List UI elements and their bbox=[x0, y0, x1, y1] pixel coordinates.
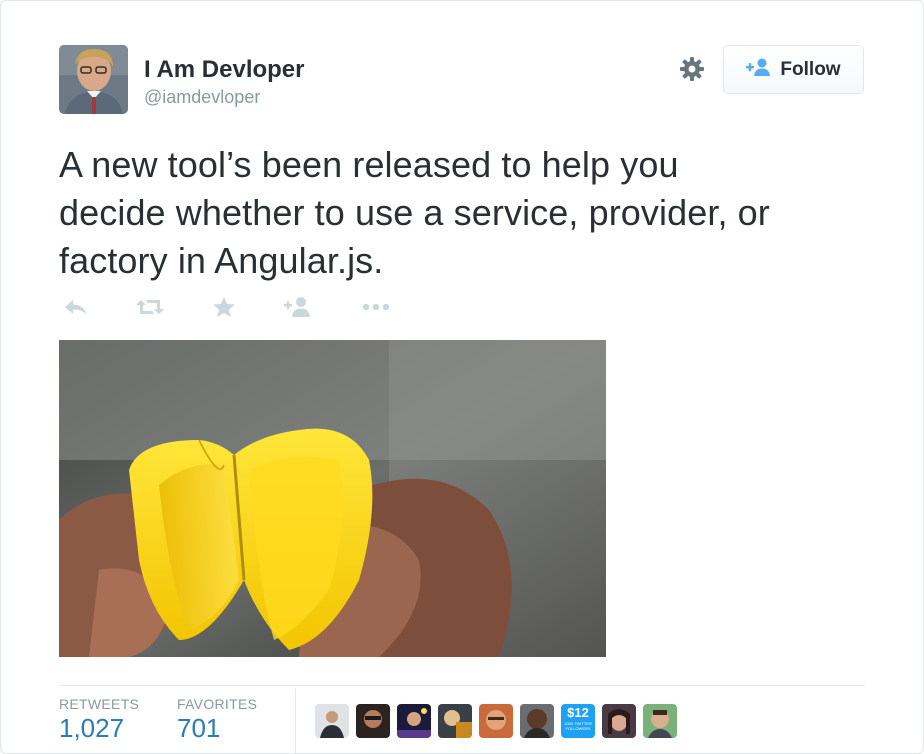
user-handle[interactable]: @iamdevloper bbox=[144, 87, 260, 108]
tweet-media-image[interactable] bbox=[59, 340, 606, 657]
user-display-name[interactable]: I Am Devloper bbox=[144, 56, 305, 84]
stats-divider bbox=[59, 685, 865, 686]
follow-button[interactable]: Follow bbox=[723, 45, 864, 94]
favorite-star-icon[interactable] bbox=[207, 293, 241, 321]
favorites-label[interactable]: FAVORITES bbox=[177, 696, 257, 712]
favoriter-avatar[interactable] bbox=[602, 704, 636, 738]
retweets-count[interactable]: 1,027 bbox=[59, 713, 124, 744]
gear-icon[interactable] bbox=[677, 54, 707, 84]
tweet-card: I Am Devloper @iamdevloper Follow A new … bbox=[0, 0, 924, 754]
promo-badge[interactable]: $12 1000 TWITTER FOLLOWERS bbox=[561, 704, 595, 738]
tweet-text-line: decide whether to use a service, provide… bbox=[59, 192, 770, 233]
promo-badge-price: $12 bbox=[567, 705, 589, 720]
reply-icon[interactable] bbox=[59, 293, 93, 321]
favoriter-avatar[interactable] bbox=[643, 704, 677, 738]
favorites-count[interactable]: 701 bbox=[177, 713, 220, 744]
more-dots-icon[interactable] bbox=[359, 293, 393, 321]
stats-vertical-divider bbox=[295, 689, 296, 753]
retweet-icon[interactable] bbox=[133, 293, 167, 321]
tweet-text-line: A new tool’s been released to help you bbox=[59, 144, 679, 185]
follow-button-label: Follow bbox=[780, 58, 841, 80]
promo-badge-caption: 1000 TWITTER FOLLOWERS bbox=[564, 721, 592, 731]
favoriter-avatar[interactable] bbox=[356, 704, 390, 738]
follow-user-icon[interactable] bbox=[281, 293, 315, 321]
favoriter-avatar[interactable] bbox=[397, 704, 431, 738]
favoriter-avatar[interactable] bbox=[479, 704, 513, 738]
user-avatar[interactable] bbox=[59, 45, 128, 114]
tweet-text: A new tool’s been released to help you d… bbox=[59, 141, 879, 285]
tweet-text-line: factory in Angular.js. bbox=[59, 240, 384, 281]
favoriter-avatar[interactable] bbox=[520, 704, 554, 738]
favoriter-avatar[interactable] bbox=[438, 704, 472, 738]
favoriter-avatar[interactable] bbox=[315, 704, 349, 738]
follow-user-icon bbox=[746, 57, 772, 82]
retweets-label[interactable]: RETWEETS bbox=[59, 696, 139, 712]
